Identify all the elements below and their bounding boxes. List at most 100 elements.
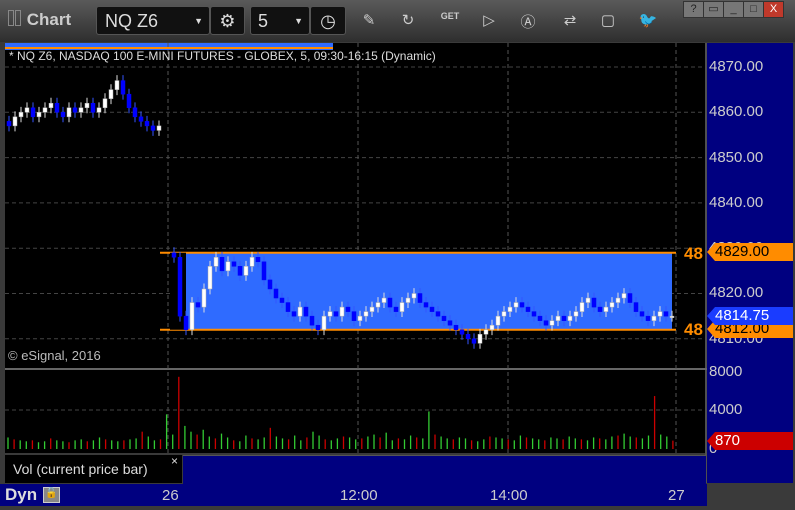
current-volume-tag: 870 (707, 432, 793, 450)
candle (132, 107, 138, 118)
candle (507, 306, 513, 312)
candle (108, 89, 114, 99)
candle (549, 320, 555, 326)
time-label: 12:00 (340, 487, 378, 504)
time-label: 14:00 (490, 487, 528, 504)
candle (207, 266, 213, 290)
candle (249, 257, 255, 267)
candle (543, 320, 549, 326)
candle (291, 311, 297, 317)
candle (60, 112, 66, 118)
candle (297, 306, 303, 317)
upper-line-tag: 4829.00 (707, 243, 793, 261)
candle (78, 107, 84, 113)
current-price-tag: 4814.75 (707, 307, 793, 325)
candle (447, 320, 453, 326)
candle (54, 102, 60, 113)
candle (501, 311, 507, 317)
candle (315, 324, 321, 330)
candle (645, 315, 651, 321)
candle (669, 315, 675, 318)
candle (177, 257, 183, 317)
range-box (170, 252, 672, 330)
candle (96, 107, 102, 113)
candle (663, 311, 669, 317)
candle (321, 315, 327, 330)
candle (531, 311, 537, 317)
candle (471, 338, 477, 344)
candle (339, 306, 345, 317)
candle (357, 315, 363, 321)
chart-legend: * NQ Z6, NASDAQ 100 E-MINI FUTURES - GLO… (9, 49, 436, 63)
candle (255, 257, 261, 263)
candle (465, 334, 471, 340)
candle (609, 302, 615, 308)
candle (279, 297, 285, 303)
candle (48, 102, 54, 109)
candle (201, 288, 207, 308)
candle (369, 306, 375, 312)
candle (219, 257, 225, 272)
price-chart[interactable] (0, 0, 795, 510)
candle (573, 311, 579, 317)
candle (243, 266, 249, 276)
candle (261, 261, 267, 281)
copyright: © eSignal, 2016 (8, 348, 101, 363)
candle (225, 261, 231, 272)
candle (399, 302, 405, 312)
volume-study-label[interactable]: Vol (current price bar) × (5, 454, 182, 483)
candle (6, 121, 12, 127)
volume-label: 8000 (709, 363, 743, 380)
candle (24, 107, 30, 113)
candle (477, 334, 483, 344)
upper-line-label: 48 (684, 244, 703, 263)
candle (84, 102, 90, 109)
candle (273, 288, 279, 299)
candle (435, 311, 441, 317)
candle (189, 302, 195, 330)
candle (345, 306, 351, 312)
candle (627, 293, 633, 303)
candle (567, 315, 573, 321)
candle (621, 293, 627, 299)
candle (102, 98, 108, 109)
candle (18, 112, 24, 118)
candle (585, 297, 591, 303)
candle (309, 315, 315, 326)
candle (651, 315, 657, 321)
dyn-label[interactable]: Dyn (5, 485, 37, 505)
candle (597, 306, 603, 312)
candle (387, 297, 393, 308)
candle (429, 306, 435, 312)
candle (513, 302, 519, 308)
candle (144, 121, 150, 127)
candle (114, 80, 120, 90)
candle (138, 116, 144, 122)
candle (423, 302, 429, 308)
close-study-icon[interactable]: × (171, 447, 178, 475)
price-label: 4820.00 (709, 284, 764, 301)
candle (411, 293, 417, 299)
candle (237, 266, 243, 276)
candle (150, 125, 156, 131)
candle (483, 329, 489, 335)
candle (639, 311, 645, 317)
price-label: 4860.00 (709, 103, 764, 120)
candle (126, 93, 132, 109)
candle (441, 315, 447, 321)
candle (579, 302, 585, 312)
candle (561, 315, 567, 321)
candle (405, 297, 411, 303)
volume-study-bar (183, 455, 706, 484)
volume-label: 4000 (709, 401, 743, 418)
lower-line-label: 48 (684, 320, 703, 339)
candle (30, 107, 36, 118)
candle (363, 311, 369, 317)
candle (519, 302, 525, 308)
candle (453, 324, 459, 330)
candle (657, 311, 663, 317)
candle (489, 324, 495, 330)
lock-icon[interactable]: 🔓 (43, 487, 60, 503)
candle (381, 297, 387, 303)
candle (525, 306, 531, 312)
